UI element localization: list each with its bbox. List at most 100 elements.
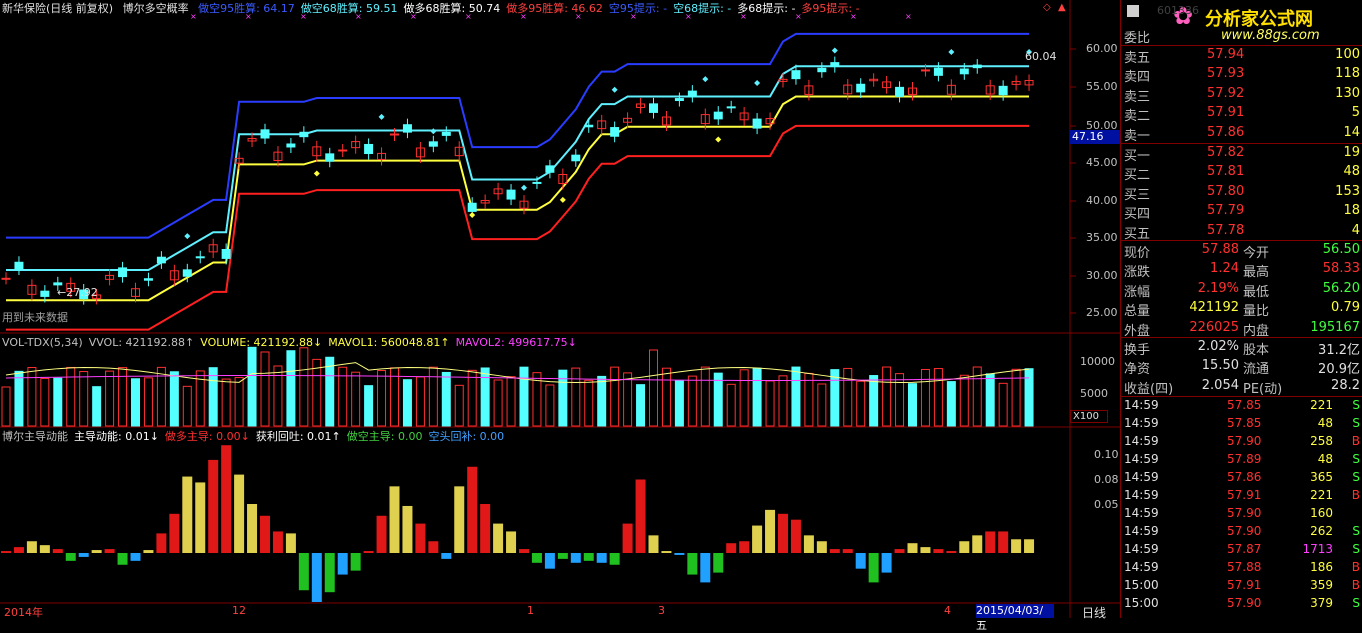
tick-side: S bbox=[1352, 452, 1360, 466]
volume-bar bbox=[882, 366, 892, 427]
signal-diamond bbox=[754, 79, 761, 86]
stock-title: 新华保险(日线 前复权) bbox=[2, 2, 114, 15]
candle-body bbox=[972, 64, 982, 69]
power-bar bbox=[816, 541, 827, 553]
power-legend: 博尔主导动能 主导动能: 0.01↓ 做多主导: 0.00↓ 获利回吐: 0.01↑ 做… bbox=[2, 428, 510, 444]
price-axis-tick: 25.00 bbox=[1086, 306, 1118, 319]
power-bar bbox=[402, 505, 413, 553]
volume-bar bbox=[610, 366, 620, 427]
volume-legend-item: MAVOL2: 499617.75↓ bbox=[455, 336, 577, 349]
diamond-icon[interactable]: ◇ bbox=[1043, 2, 1051, 13]
period-label[interactable]: 日线 bbox=[1082, 604, 1106, 621]
signal-diamond bbox=[430, 128, 437, 135]
bid-row: 买四 57.79 18 bbox=[1121, 202, 1362, 222]
header-legend-item: 做空68胜算: 59.51 bbox=[300, 2, 398, 15]
volume-bar bbox=[1, 386, 11, 427]
fund-value: 20.9亿 bbox=[1318, 362, 1360, 378]
volume-bar bbox=[79, 371, 89, 427]
volume-legend: VOL-TDX(5,34) VVOL: 421192.88↑ VOLUME: 421… bbox=[2, 336, 583, 349]
candle-body bbox=[506, 189, 516, 200]
tick-side: S bbox=[1352, 542, 1360, 556]
candle-body bbox=[286, 143, 296, 148]
quote-row: 涨跌 1.24 最高 58.33 bbox=[1121, 260, 1362, 280]
volume-bar bbox=[66, 366, 76, 427]
volume-bar bbox=[985, 373, 995, 427]
candle-body bbox=[441, 131, 451, 136]
candle-body bbox=[118, 267, 128, 278]
signal-diamond bbox=[313, 170, 320, 177]
bid-price: 57.78 bbox=[1207, 222, 1245, 238]
candle-body bbox=[856, 83, 866, 93]
power-bar bbox=[531, 553, 542, 563]
bid-volume: 48 bbox=[1343, 164, 1360, 180]
power-bar bbox=[570, 553, 581, 563]
tick-time: 15:00 bbox=[1124, 596, 1159, 610]
volume-bar bbox=[221, 378, 231, 427]
signal-diamond bbox=[715, 136, 722, 143]
tick-price: 57.91 bbox=[1227, 488, 1262, 502]
power-axis-tick: 0.05 bbox=[1094, 498, 1119, 511]
bid-row: 买五 57.78 4 bbox=[1121, 222, 1362, 242]
candle-body bbox=[143, 278, 153, 281]
header-legend-item: 做多95胜算: 46.62 bbox=[506, 2, 603, 15]
header-legend-item: 做空95胜算: 64.17 bbox=[198, 2, 295, 15]
upper-95-band bbox=[6, 32, 1029, 239]
fund-value: 15.50 bbox=[1201, 358, 1239, 374]
power-bar bbox=[596, 553, 607, 563]
power-bar bbox=[208, 459, 219, 553]
signal-diamond bbox=[611, 86, 618, 93]
bid-volume: 18 bbox=[1343, 203, 1360, 219]
power-bar bbox=[389, 486, 400, 553]
volume-bar bbox=[739, 369, 749, 427]
fund-label: 收益(四) bbox=[1124, 381, 1174, 397]
candle-body bbox=[791, 70, 801, 80]
power-axis-tick: 0.10 bbox=[1094, 448, 1119, 461]
header-legend-item: 空68提示: - bbox=[673, 2, 732, 15]
ask-row: 卖三 57.92 130 bbox=[1121, 85, 1362, 105]
power-bar bbox=[441, 553, 452, 559]
power-bar bbox=[1011, 539, 1022, 553]
volume-bar bbox=[325, 356, 335, 427]
volume-bar bbox=[623, 372, 633, 427]
power-legend-item: 主导动能: 0.01↓ bbox=[74, 430, 159, 443]
tick-side: S bbox=[1352, 470, 1360, 484]
power-bar bbox=[493, 523, 504, 553]
candle-body bbox=[830, 62, 840, 68]
tick-volume: 1713 bbox=[1302, 542, 1333, 556]
volume-bar bbox=[817, 383, 827, 427]
tick-side: S bbox=[1352, 524, 1360, 538]
volume-bar bbox=[480, 367, 490, 427]
header-legend-item: 空95提示: - bbox=[608, 2, 668, 15]
power-axis-tick: 0.08 bbox=[1094, 473, 1119, 486]
volume-bar bbox=[415, 376, 425, 427]
price-chart-svg[interactable]: × × × × × × × × × × × × × × bbox=[0, 0, 1120, 618]
volume-bar bbox=[92, 386, 102, 427]
volume-bar bbox=[260, 351, 270, 427]
power-bar bbox=[415, 523, 426, 553]
bid-price: 57.80 bbox=[1207, 183, 1245, 199]
header-legend-item: 做多68胜算: 50.74 bbox=[403, 2, 501, 15]
ask-price: 57.91 bbox=[1207, 105, 1245, 121]
menu-icon[interactable] bbox=[1127, 5, 1139, 17]
chart-area[interactable]: × × × × × × × × × × × × × × 新华保险(日线 前复权) 博尔多空概率 做空95胜… bbox=[0, 0, 1120, 632]
power-legend-item: 做多主导: 0.00↓ bbox=[164, 430, 250, 443]
power-bar bbox=[778, 513, 788, 553]
candle-body bbox=[817, 67, 827, 73]
triangle-icon[interactable]: ▲ bbox=[1058, 2, 1066, 13]
tick-price: 57.85 bbox=[1227, 416, 1262, 430]
quote-value: 195167 bbox=[1310, 319, 1360, 335]
date-axis-label: 4 bbox=[944, 604, 951, 617]
quote-label: 外盘 bbox=[1124, 323, 1151, 339]
ask-price: 57.94 bbox=[1207, 47, 1245, 62]
tick-side: B bbox=[1351, 560, 1360, 574]
quote-value: 56.20 bbox=[1322, 280, 1360, 296]
tick-side: B bbox=[1351, 434, 1360, 448]
tick-volume: 379 bbox=[1310, 596, 1333, 610]
price-axis-tick: 30.00 bbox=[1086, 269, 1118, 282]
tick-row: 14:59 57.90 160 bbox=[1121, 505, 1362, 523]
quote-panel: ✿ 分析家公式网 www.88gs.com 601336 委比 卖五 57.94 1… bbox=[1120, 0, 1362, 618]
volume-bar bbox=[636, 384, 646, 427]
volume-bar bbox=[661, 367, 671, 427]
ask-row: 卖四 57.93 118 bbox=[1121, 65, 1362, 85]
tick-price: 57.85 bbox=[1227, 398, 1262, 412]
